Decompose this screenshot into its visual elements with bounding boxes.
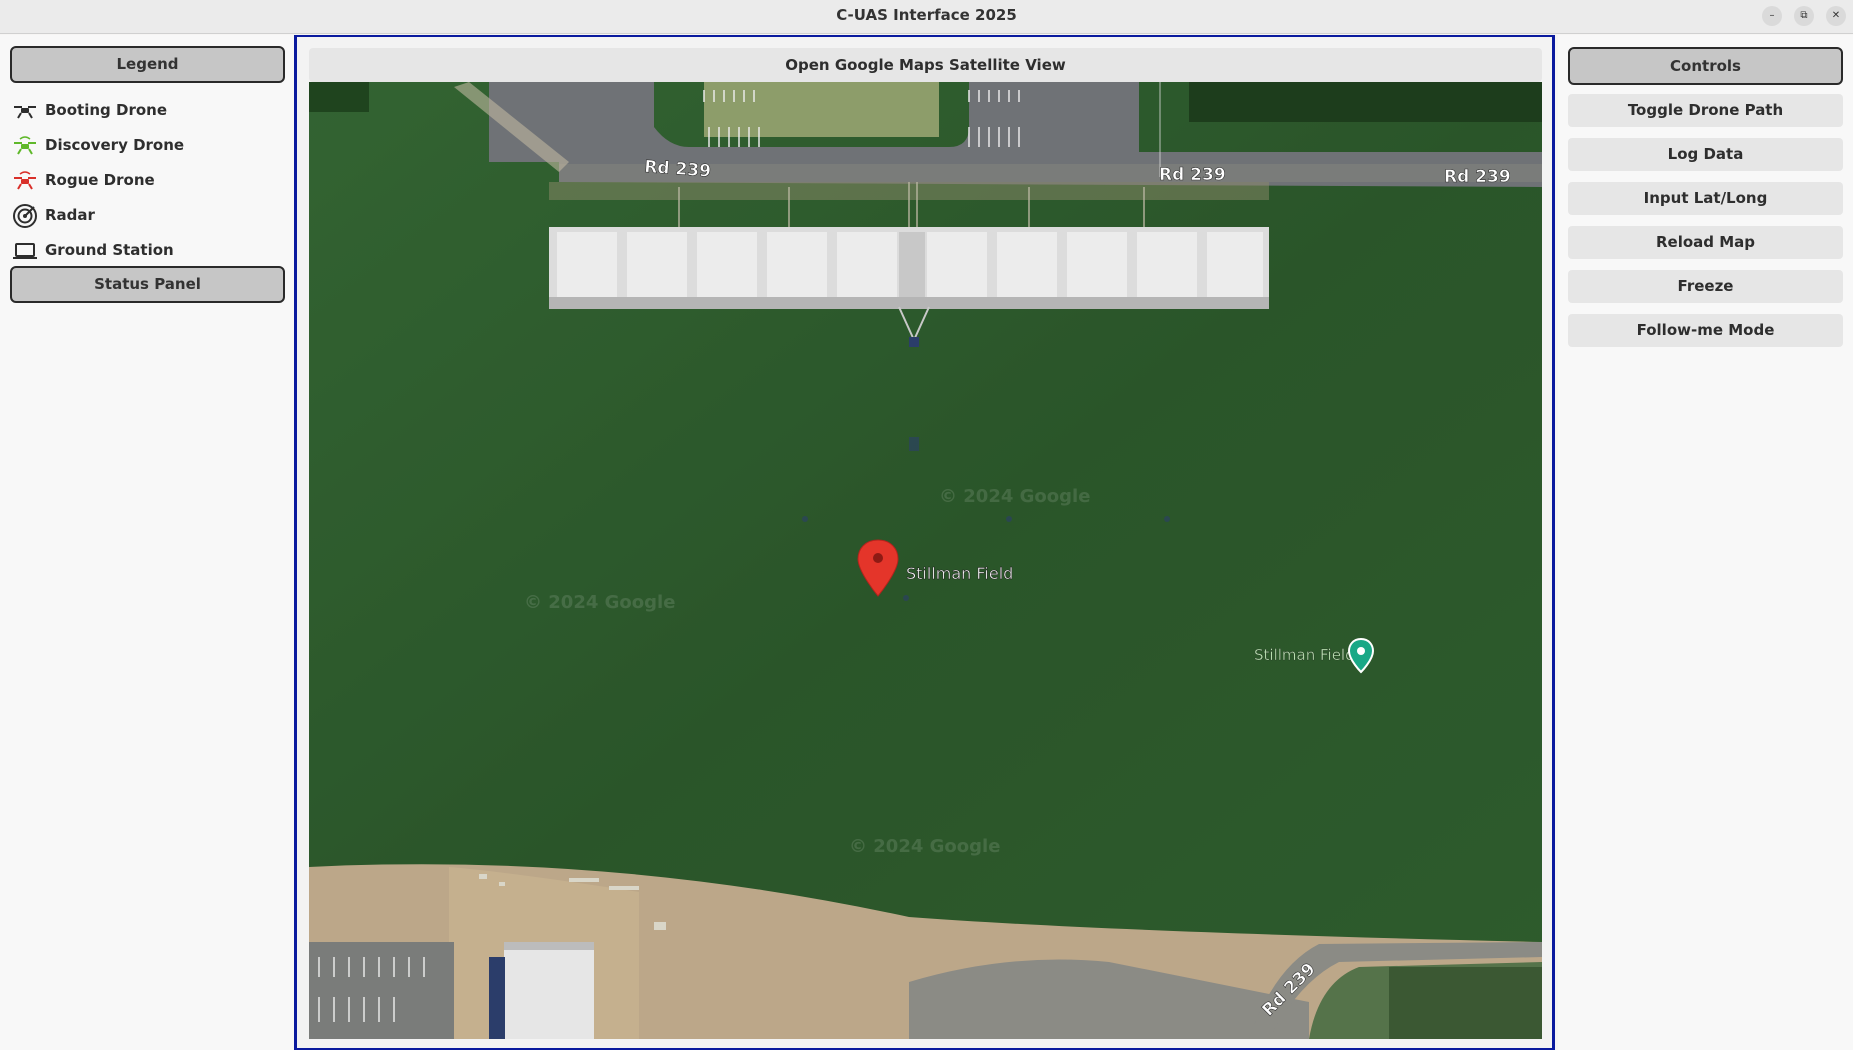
place-label: Stillman Field	[1254, 646, 1355, 664]
satellite-imagery: © 2024 Google © 2024 Google © 2024 Googl…	[309, 82, 1542, 1039]
legend-item-discovery-drone: Discovery Drone	[12, 133, 282, 159]
close-icon: ✕	[1831, 10, 1841, 21]
map-panel: Open Google Maps Satellite View © 2024 G…	[297, 35, 1555, 1050]
restore-icon: ⧉	[1800, 10, 1808, 21]
legend-item-radar: Radar	[12, 203, 282, 229]
legend-label: Discovery Drone	[45, 136, 185, 154]
input-lat-long-button[interactable]: Input Lat/Long	[1568, 182, 1843, 215]
watermark: © 2024 Google	[524, 592, 675, 613]
drone-icon	[14, 171, 36, 190]
legend-label: Ground Station	[45, 241, 174, 259]
window-title: C-UAS Interface 2025	[836, 6, 1017, 24]
maximize-button[interactable]: ⧉	[1794, 6, 1814, 26]
follow-me-mode-button[interactable]: Follow-me Mode	[1568, 314, 1843, 347]
window-titlebar: C-UAS Interface 2025 – ⧉ ✕	[0, 0, 1853, 34]
controls-header[interactable]: Controls	[1568, 47, 1843, 85]
drone-icon	[14, 136, 36, 155]
toggle-drone-path-button[interactable]: Toggle Drone Path	[1568, 94, 1843, 127]
legend-label: Radar	[45, 206, 95, 224]
radar-icon	[13, 204, 37, 228]
close-button[interactable]: ✕	[1826, 6, 1846, 26]
controls-panel: Controls Toggle Drone Path Log Data Inpu…	[1558, 35, 1853, 1050]
log-data-button[interactable]: Log Data	[1568, 138, 1843, 171]
legend-header[interactable]: Legend	[10, 46, 285, 83]
watermark: © 2024 Google	[849, 836, 1000, 857]
drone-icon	[14, 106, 36, 119]
legend-item-rogue-drone: Rogue Drone	[12, 168, 282, 194]
legend-label: Booting Drone	[45, 101, 167, 119]
freeze-button[interactable]: Freeze	[1568, 270, 1843, 303]
minimize-button[interactable]: –	[1762, 6, 1782, 26]
status-panel-header[interactable]: Status Panel	[10, 266, 285, 303]
legend-item-ground-station: Ground Station	[12, 238, 282, 264]
reload-map-button[interactable]: Reload Map	[1568, 226, 1843, 259]
legend-item-booting-drone: Booting Drone	[12, 98, 282, 124]
open-google-maps-button[interactable]: Open Google Maps Satellite View	[309, 48, 1542, 82]
satellite-map[interactable]: © 2024 Google © 2024 Google © 2024 Googl…	[309, 82, 1542, 1039]
pin-label: Stillman Field	[906, 564, 1013, 583]
legend-label: Rogue Drone	[45, 171, 155, 189]
legend-panel: Legend Booting Drone Discovery Drone Rog…	[0, 35, 297, 1050]
road-label: Rd 239	[1444, 167, 1511, 187]
road-label: Rd 239	[1159, 165, 1226, 185]
watermark: © 2024 Google	[939, 486, 1090, 507]
laptop-icon	[13, 243, 37, 259]
minimize-icon: –	[1769, 10, 1775, 21]
